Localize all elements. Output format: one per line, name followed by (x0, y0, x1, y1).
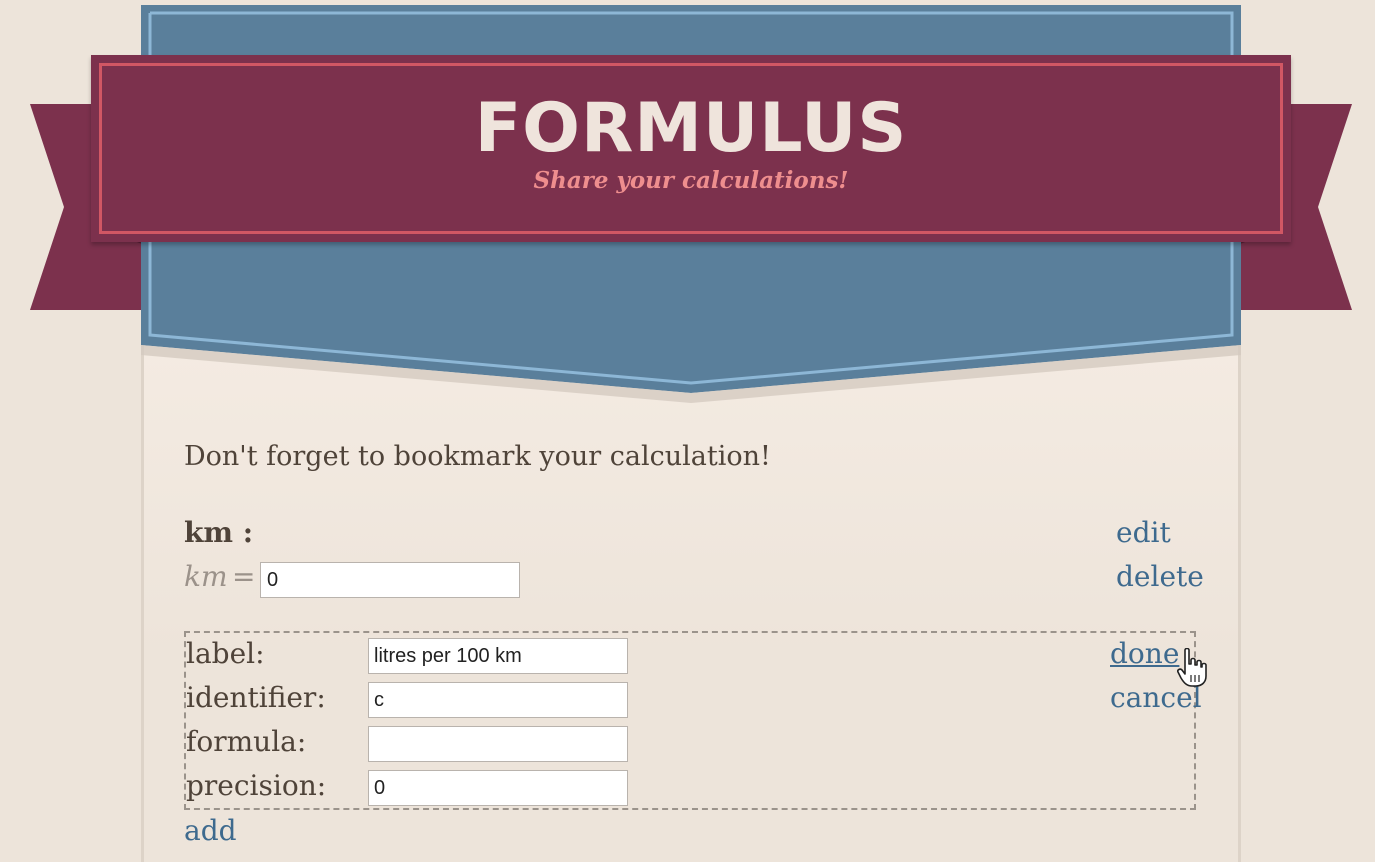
identifier-input[interactable] (368, 682, 628, 718)
site-header: FORMULUS Share your calculations! (91, 55, 1291, 242)
page: FORMULUS Share your calculations! Don't … (0, 0, 1375, 862)
identifier-field-label: identifier: (186, 681, 326, 714)
add-link[interactable]: add (184, 814, 237, 847)
delete-link[interactable]: delete (1116, 560, 1204, 593)
edit-link[interactable]: edit (1116, 516, 1171, 549)
field-equals-sign: = (232, 560, 256, 593)
field-editor (184, 631, 1196, 810)
formula-field-label: formula: (186, 725, 307, 758)
label-input[interactable] (368, 638, 628, 674)
bookmark-reminder: Don't forget to bookmark your calculatio… (184, 441, 771, 472)
precision-field-label: precision: (186, 769, 327, 802)
formula-input[interactable] (368, 726, 628, 762)
site-title: FORMULUS (474, 89, 908, 168)
field-identifier: km (184, 560, 228, 593)
done-link[interactable]: done (1110, 637, 1179, 670)
precision-input[interactable] (368, 770, 628, 806)
site-tagline: Share your calculations! (533, 167, 849, 194)
label-field-label: label: (186, 637, 265, 670)
field-title: km : (184, 516, 254, 549)
hand-pointer-icon (1177, 648, 1207, 687)
km-value-input[interactable] (260, 562, 520, 598)
